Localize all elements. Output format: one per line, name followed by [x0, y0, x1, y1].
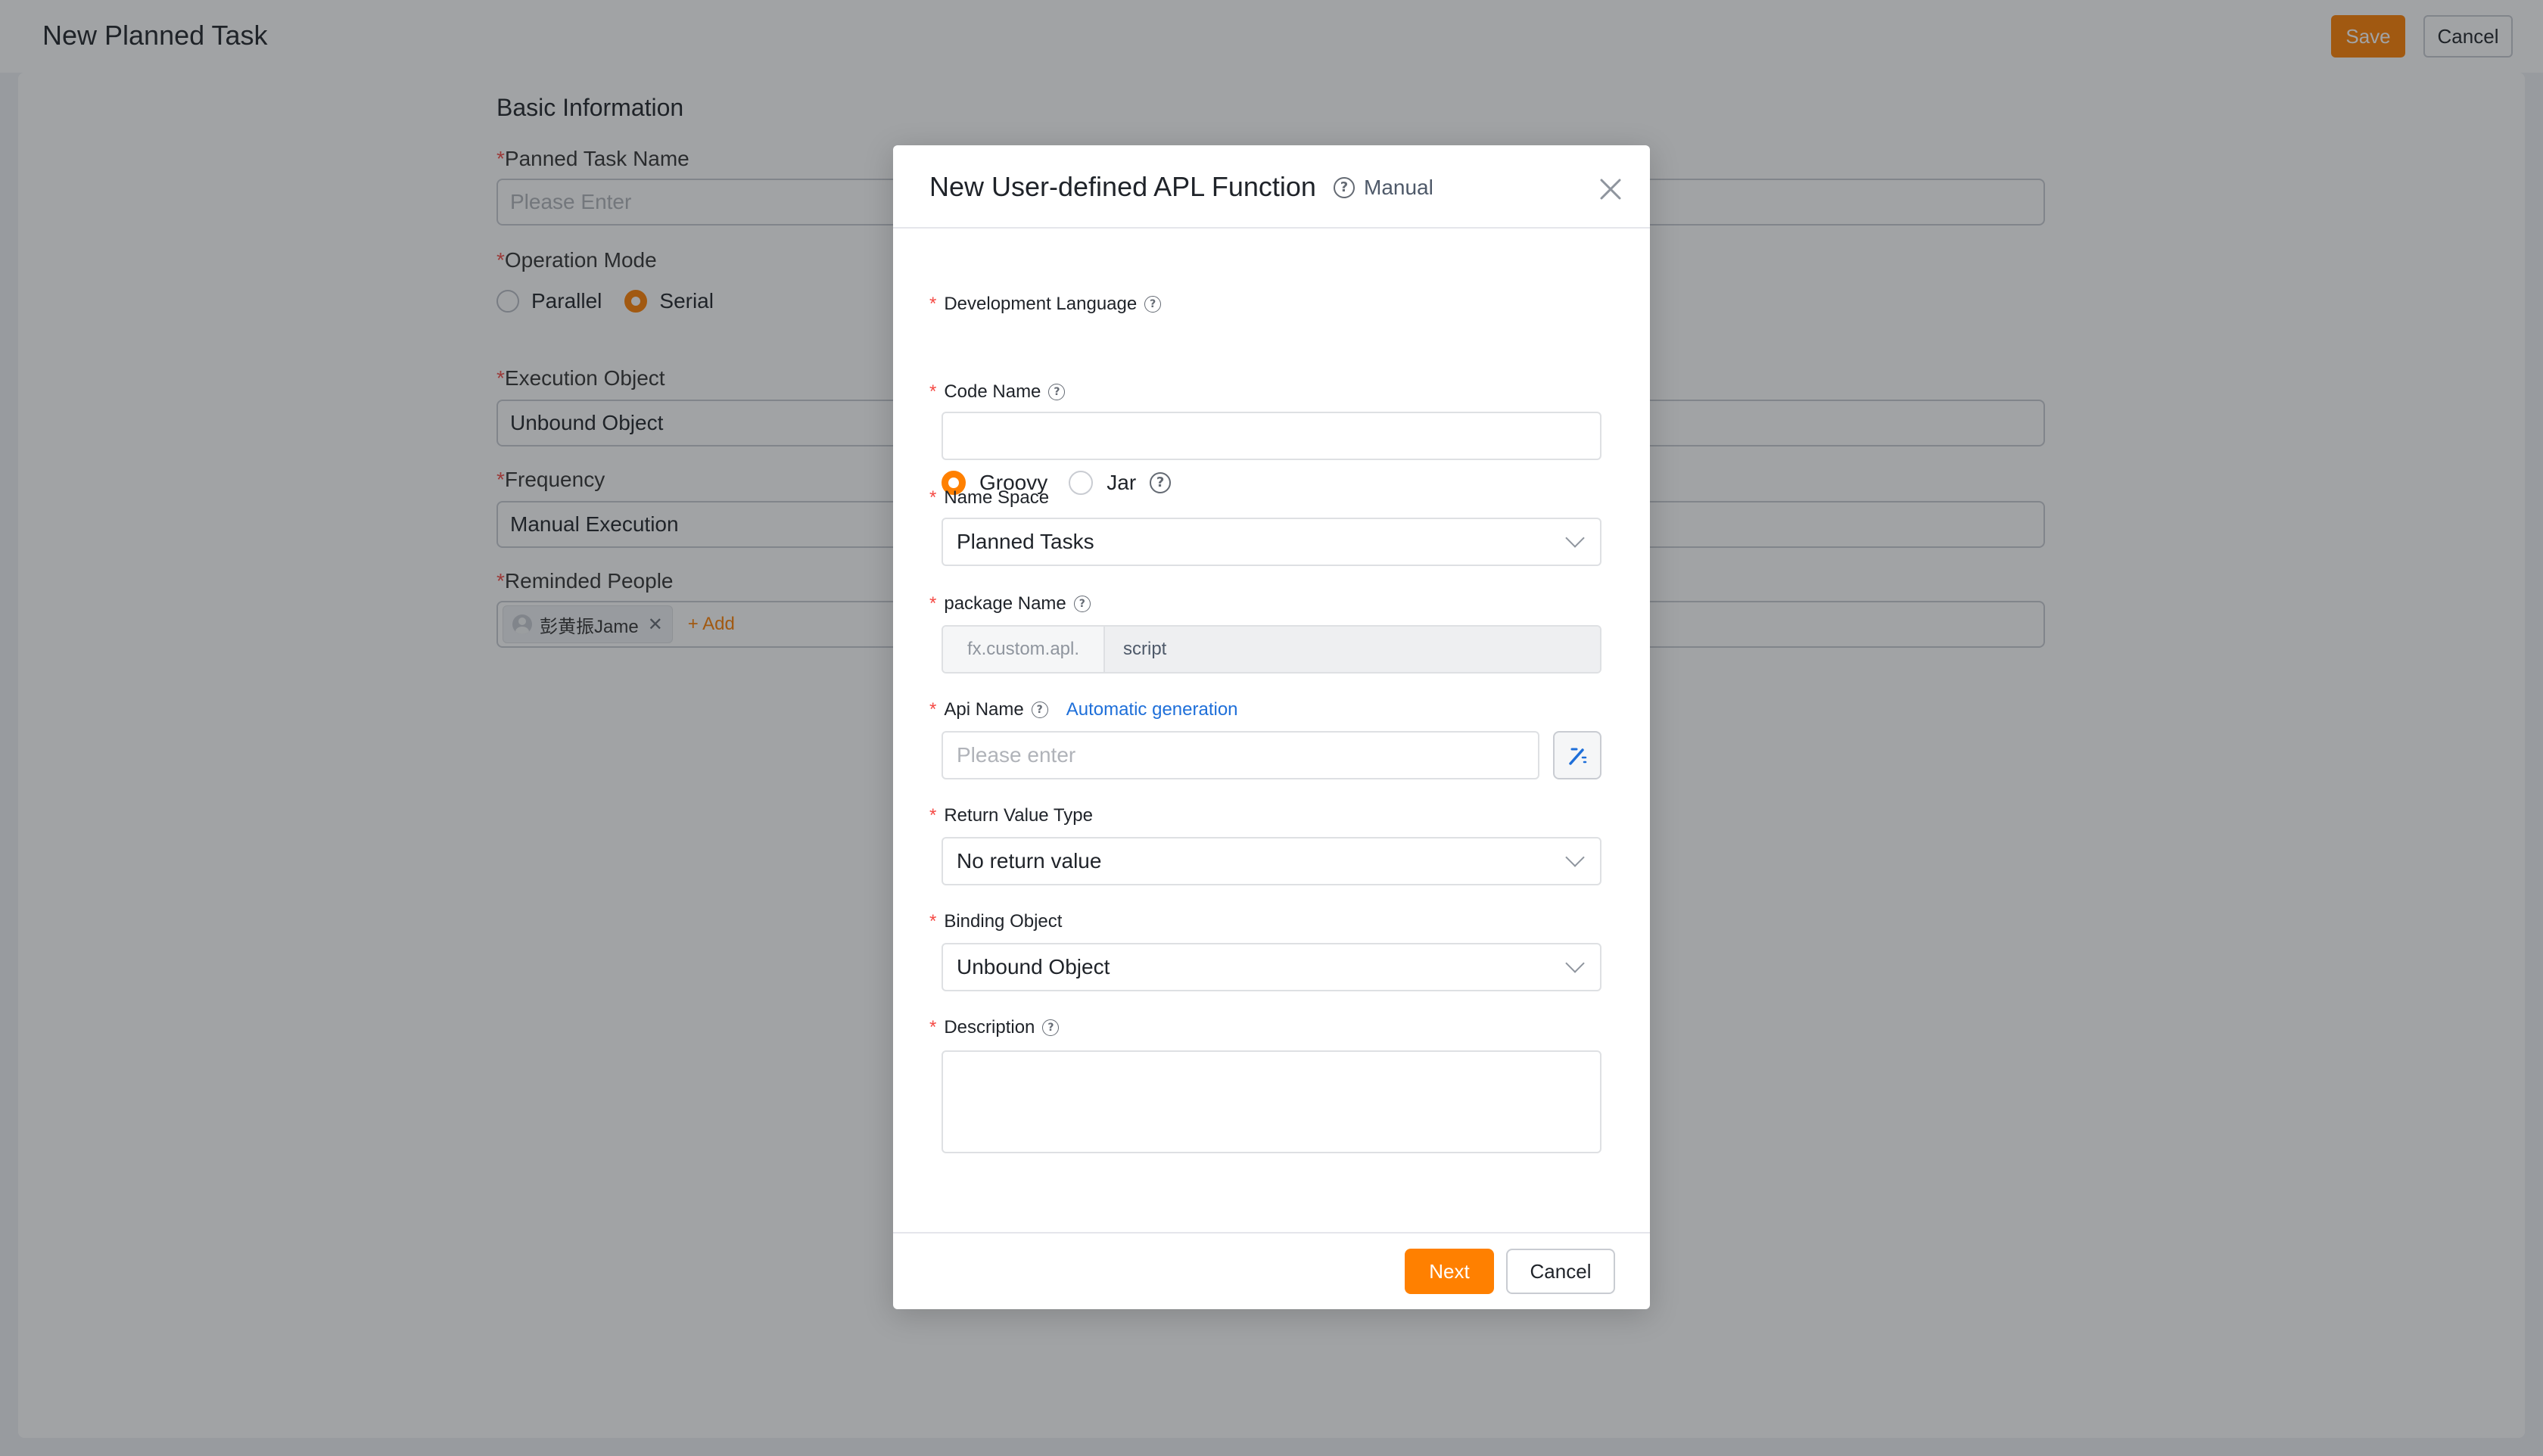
- close-icon[interactable]: [1595, 174, 1626, 204]
- manual-link[interactable]: ? Manual: [1334, 176, 1433, 200]
- name-space-select[interactable]: Planned Tasks: [942, 518, 1601, 566]
- radio-jar[interactable]: Jar: [1069, 471, 1136, 495]
- help-icon[interactable]: ?: [1042, 1019, 1060, 1036]
- package-name-label: * package Name ?: [929, 593, 1091, 614]
- return-value-type-label: * Return Value Type: [929, 805, 1093, 826]
- api-name-input[interactable]: Please enter: [942, 731, 1539, 779]
- return-value-type-select[interactable]: No return value: [942, 837, 1601, 885]
- description-label: * Description ?: [929, 1017, 1060, 1038]
- help-icon[interactable]: ?: [1031, 702, 1048, 718]
- radio-unchecked-icon: [1069, 471, 1094, 495]
- description-textarea[interactable]: [942, 1050, 1601, 1153]
- help-icon[interactable]: ?: [1048, 384, 1066, 400]
- code-name-label: * Code Name ?: [929, 381, 1066, 403]
- package-name-field: fx.custom.apl. script: [942, 625, 1601, 674]
- development-language-label: * Development Language ?: [929, 294, 1162, 315]
- help-icon[interactable]: ?: [1144, 296, 1162, 313]
- next-button[interactable]: Next: [1405, 1249, 1494, 1294]
- auto-generate-button[interactable]: [1553, 731, 1601, 779]
- dialog-cancel-button[interactable]: Cancel: [1506, 1249, 1615, 1294]
- binding-object-select[interactable]: Unbound Object: [942, 943, 1601, 991]
- package-prefix: fx.custom.apl.: [943, 627, 1105, 672]
- api-name-label: * Api Name ? Automatic generation: [929, 699, 1238, 720]
- apl-function-dialog: New User-defined APL Function ? Manual *…: [893, 145, 1650, 1309]
- magic-wand-icon: [1569, 748, 1587, 765]
- chevron-down-icon: [1565, 528, 1585, 548]
- dialog-title: New User-defined APL Function: [929, 171, 1316, 202]
- dialog-header: New User-defined APL Function ? Manual: [893, 145, 1650, 229]
- code-name-input[interactable]: [942, 412, 1601, 460]
- help-icon[interactable]: ?: [1150, 472, 1172, 493]
- chevron-down-icon: [1565, 848, 1585, 867]
- help-icon[interactable]: ?: [1073, 596, 1091, 612]
- package-name-input[interactable]: script: [1105, 627, 1600, 672]
- help-icon: ?: [1334, 177, 1355, 198]
- chevron-down-icon: [1565, 954, 1585, 973]
- name-space-label: * Name Space: [929, 487, 1050, 508]
- automatic-generation-link[interactable]: Automatic generation: [1066, 699, 1238, 720]
- binding-object-label: * Binding Object: [929, 911, 1063, 932]
